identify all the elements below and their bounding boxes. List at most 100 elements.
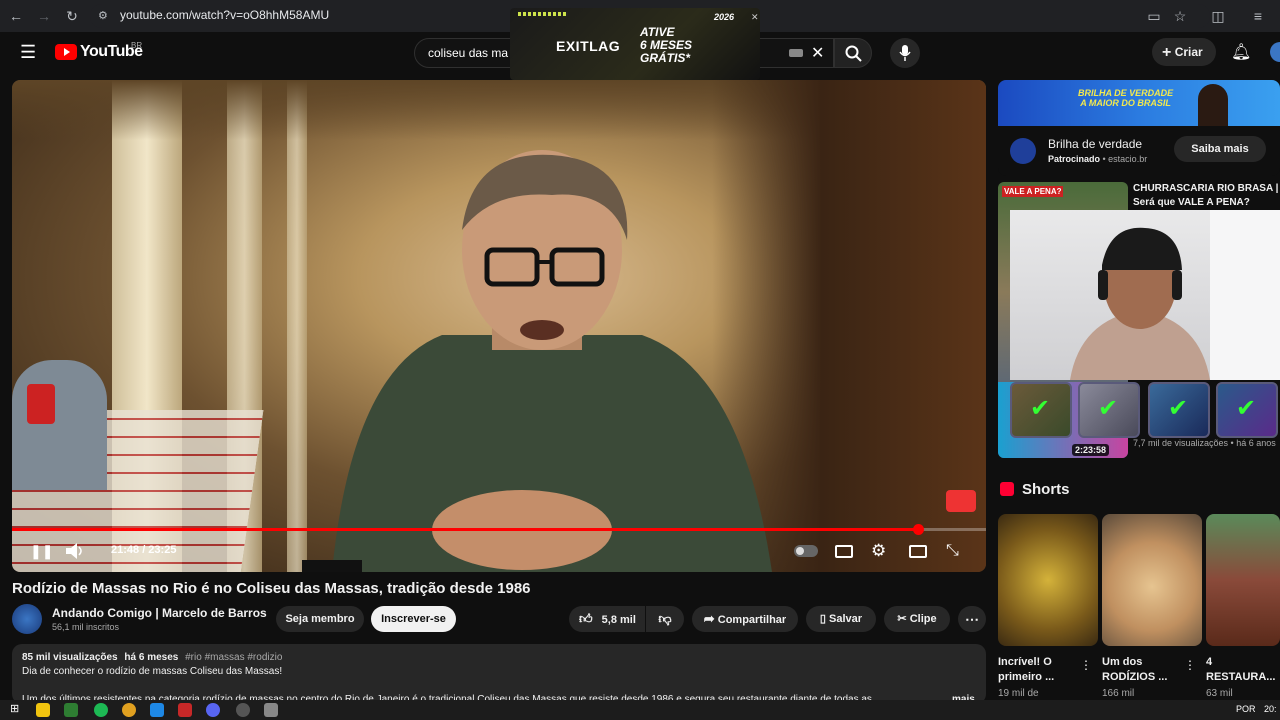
reload-icon[interactable]: ↻: [64, 8, 80, 24]
app-icon[interactable]: [150, 703, 164, 717]
video-title: Rodízio de Massas no Rio é no Coliseu da…: [12, 580, 531, 597]
input-language[interactable]: POR: [1236, 704, 1256, 714]
search-value: coliseu das ma: [428, 46, 509, 60]
microphone-icon: [899, 45, 911, 61]
chrome-icon[interactable]: [122, 703, 136, 717]
short-title[interactable]: Incrível! O primeiro ...: [998, 655, 1078, 685]
settings-gear-icon[interactable]: ⚙: [871, 541, 886, 561]
scissors-icon: ✂: [897, 613, 907, 625]
bookmark-icon: ▯: [819, 613, 826, 625]
advertiser-logo: [1010, 138, 1036, 164]
miniplayer-icon[interactable]: [909, 545, 927, 558]
ad-banner-text: BRILHA DE VERDADE A MAIOR DO BRASIL: [1078, 88, 1173, 108]
description-box[interactable]: 85 mil visualizações há 6 meses #rio #ma…: [12, 644, 986, 704]
progress-scrubber[interactable]: [912, 524, 924, 535]
volume-icon[interactable]: [66, 543, 84, 559]
hamburger-menu-icon[interactable]: ☰: [20, 42, 36, 63]
keyboard-icon[interactable]: [789, 49, 803, 57]
file-explorer-icon[interactable]: [36, 703, 50, 717]
shorts-logo-icon: [1000, 482, 1014, 496]
autoplay-toggle[interactable]: [794, 545, 818, 557]
progress-bar[interactable]: [12, 524, 986, 535]
ad-badge: 2026: [714, 12, 735, 22]
share-button[interactable]: ➦ Compartilhar: [692, 606, 798, 632]
os-taskbar: ⊞ POR 20:: [0, 700, 1280, 720]
webcam-overlay: [1010, 210, 1280, 380]
site-settings-icon[interactable]: ⚙: [98, 9, 108, 22]
clip-button[interactable]: ✂ Clipe: [884, 606, 950, 632]
taskbar-clock[interactable]: 20:: [1264, 704, 1277, 714]
join-button[interactable]: Seja membro: [276, 606, 364, 632]
learn-more-button[interactable]: Saiba mais: [1174, 136, 1266, 162]
bookmark-star-icon[interactable]: ☆: [1172, 8, 1188, 24]
thumbs-down-icon: 👎︎: [658, 611, 672, 626]
view-count: 85 mil visualizações: [22, 652, 118, 663]
short-thumbnail[interactable]: [998, 514, 1098, 646]
sponsored-label: Patrocinado: [1048, 154, 1101, 164]
discord-icon[interactable]: [206, 703, 220, 717]
create-label: Criar: [1174, 45, 1203, 59]
search-icon: [845, 45, 862, 62]
app-icon[interactable]: [264, 703, 278, 717]
app-icon[interactable]: [64, 703, 78, 717]
upload-date: há 6 meses: [124, 652, 179, 663]
emote-checkmark-icon: ✔: [1078, 382, 1140, 438]
save-button[interactable]: ▯ Salvar: [806, 606, 876, 632]
presenter: [302, 150, 772, 572]
thumbs-up-icon: 👍︎: [579, 611, 593, 626]
subtitles-icon[interactable]: [835, 545, 853, 558]
recommended-title[interactable]: CHURRASCARIA RIO BRASA | Será que VALE A…: [1133, 182, 1278, 210]
short-title[interactable]: Um dos RODÍZIOS ...: [1102, 655, 1182, 685]
ad-model-image: [1198, 84, 1228, 126]
ad-close-icon[interactable]: ✕: [751, 12, 759, 23]
channel-name[interactable]: Andando Comigo | Marcelo de Barros: [52, 606, 267, 620]
dislike-button[interactable]: 👎︎: [646, 606, 684, 632]
spotify-icon[interactable]: [94, 703, 108, 717]
streamer-figure: [1070, 210, 1280, 380]
create-button[interactable]: + Criar: [1152, 38, 1216, 66]
description-meta: 85 mil visualizações há 6 meses #rio #ma…: [22, 652, 282, 663]
clear-search-icon[interactable]: ✕: [811, 43, 824, 63]
hashtags[interactable]: #rio #massas #rodizio: [185, 652, 282, 663]
clip-label: Clipe: [909, 613, 937, 625]
emote-checkmark-icon: ✔: [1148, 382, 1210, 438]
search-button[interactable]: [834, 38, 872, 68]
start-icon[interactable]: ⊞: [10, 702, 19, 715]
forward-icon[interactable]: →: [36, 8, 52, 24]
extensions-icon[interactable]: ◫: [1210, 8, 1226, 24]
video-player[interactable]: [12, 80, 986, 572]
notifications-bell-icon[interactable]: 🔔︎: [1231, 42, 1251, 62]
share-label: Compartilhar: [717, 614, 787, 626]
short-title[interactable]: 4 RESTAURA...: [1206, 655, 1280, 685]
app-icon[interactable]: [178, 703, 192, 717]
youtube-logo-icon[interactable]: [55, 44, 77, 60]
ad-banner-line-1: BRILHA DE VERDADE: [1078, 88, 1174, 98]
ad-title: Brilha de verdade: [1048, 137, 1143, 151]
fullscreen-icon[interactable]: ⤡: [946, 542, 959, 560]
pause-icon[interactable]: ❚❚: [30, 543, 53, 560]
logo-region: BR: [131, 41, 143, 50]
soda-can: [27, 384, 55, 424]
short-menu-icon[interactable]: ⋮: [1080, 658, 1092, 672]
sponsored-card[interactable]: BRILHA DE VERDADE A MAIOR DO BRASIL Bril…: [998, 80, 1280, 176]
shorts-heading: Shorts: [1022, 481, 1070, 498]
background-diner: [12, 360, 107, 490]
short-thumbnail[interactable]: [1102, 514, 1202, 646]
short-menu-icon[interactable]: ⋮: [1184, 658, 1196, 672]
recommended-title-line-1: CHURRASCARIA RIO BRASA |: [1133, 183, 1279, 194]
voice-search-button[interactable]: [890, 38, 920, 68]
exitlag-ad-overlay[interactable]: EXITLAG ATIVE 6 MESES GRÁTIS* 2026 ✕: [510, 8, 760, 80]
channel-watermark-icon[interactable]: [946, 490, 976, 512]
more-actions-icon[interactable]: ⋯: [958, 606, 986, 632]
browser-menu-icon[interactable]: ≡: [1250, 8, 1266, 24]
ad-banner: BRILHA DE VERDADE A MAIOR DO BRASIL: [998, 80, 1280, 126]
channel-avatar[interactable]: [12, 604, 42, 634]
app-icon[interactable]: [236, 703, 250, 717]
cast-icon[interactable]: ▭: [1146, 8, 1162, 24]
subscriber-count: 56,1 mil inscritos: [52, 622, 120, 632]
subscribe-button[interactable]: Inscrever-se: [371, 606, 456, 632]
like-button[interactable]: 👍︎ 5,8 mil: [569, 606, 645, 632]
back-icon[interactable]: ←: [8, 8, 24, 24]
short-thumbnail[interactable]: [1206, 514, 1280, 646]
plus-icon: +: [1162, 44, 1172, 61]
